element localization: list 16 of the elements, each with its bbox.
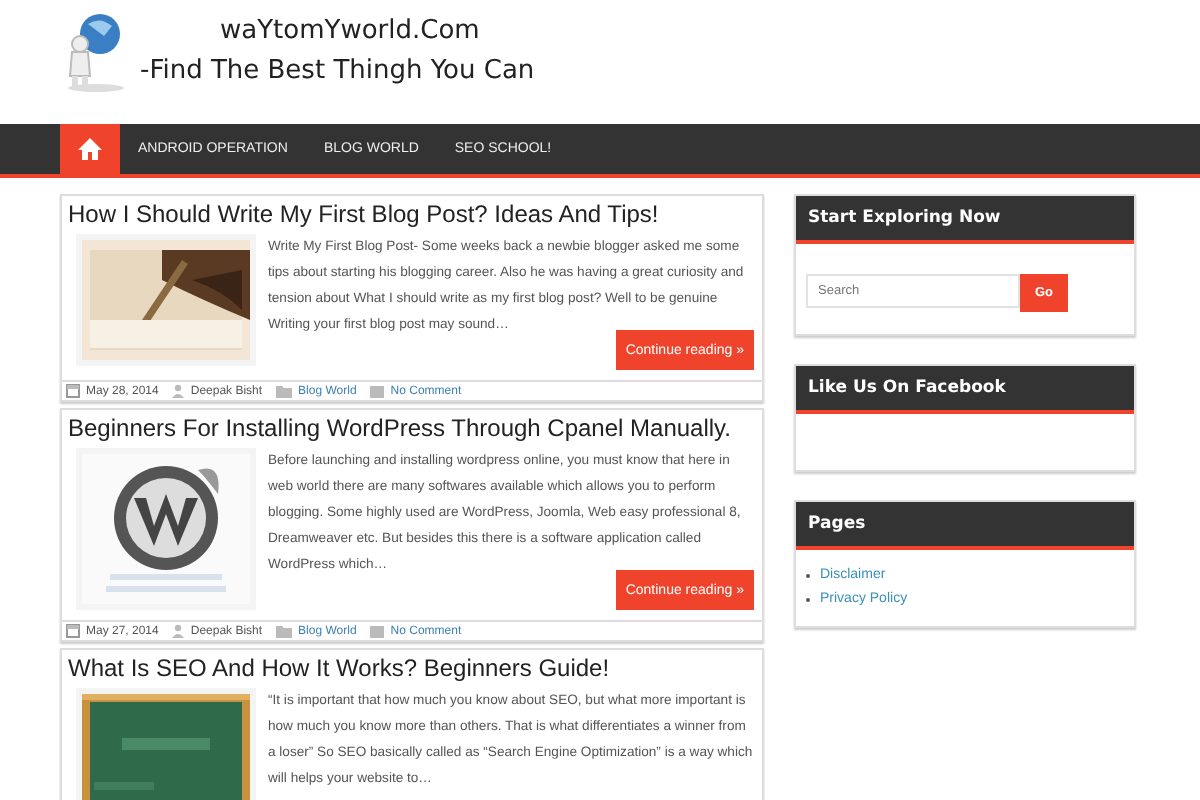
folder-icon: [276, 625, 293, 637]
post-title[interactable]: How I Should Write My First Blog Post? Ideas And Tips!: [62, 196, 762, 230]
person-icon: [172, 384, 185, 398]
post-title[interactable]: Beginners For Installing WordPress Through Cpanel Manually.: [62, 410, 762, 444]
home-tab[interactable]: [60, 124, 120, 174]
home-icon: [78, 138, 102, 160]
calendar-icon: [66, 624, 80, 638]
folder-icon: [276, 385, 293, 397]
person-icon: [172, 624, 185, 638]
site-tagline: -Find The Best Thingh You Can: [140, 54, 535, 90]
widget-title: Like Us On Facebook: [796, 366, 1134, 414]
post-title[interactable]: What Is SEO And How It Works? Beginners Guide!: [62, 650, 762, 684]
widget-title: Start Exploring Now: [796, 196, 1134, 244]
site-title[interactable]: waYtomYworld.Com: [140, 12, 535, 52]
widget-title: Pages: [796, 502, 1134, 550]
calendar-icon: [66, 384, 80, 398]
